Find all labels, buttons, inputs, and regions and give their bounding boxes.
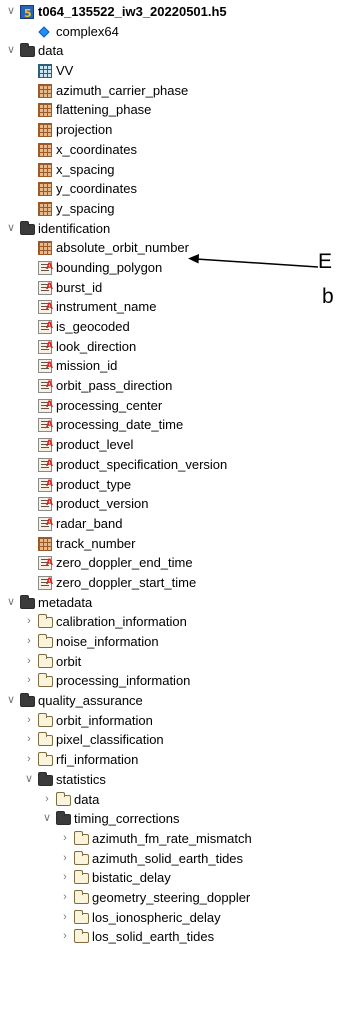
annotation-arrow [188,254,319,268]
arrow-line [195,258,319,268]
arrow-head [188,254,199,264]
